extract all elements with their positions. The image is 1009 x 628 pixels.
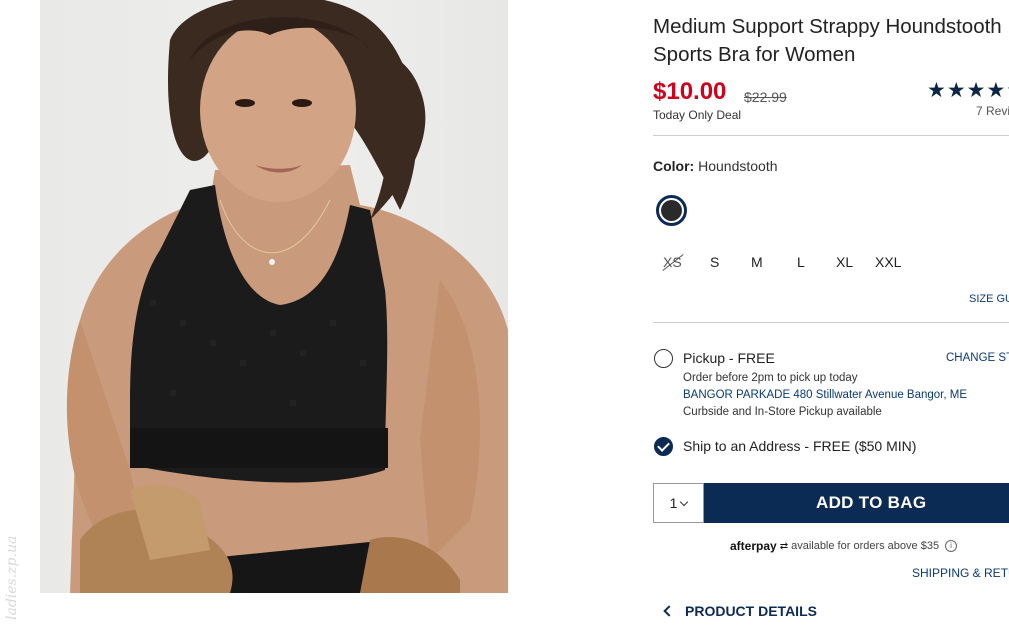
- product-details-label: PRODUCT DETAILS: [685, 603, 817, 619]
- quantity-select[interactable]: 1: [653, 483, 704, 523]
- size-guide-link[interactable]: SIZE GUIDE: [969, 293, 1009, 305]
- chevron-down-icon: [680, 497, 689, 506]
- afterpay-logo: afterpay: [730, 539, 777, 553]
- product-title: Medium Support Strappy Houndstooth Sport…: [653, 15, 1002, 66]
- sale-price: $10.00: [653, 78, 727, 105]
- size-option-xxl[interactable]: XXL: [875, 254, 901, 270]
- reviews-link[interactable]: 7 Reviews: [976, 104, 1009, 118]
- rating-stars-icon[interactable]: ★★★★★: [927, 78, 1009, 103]
- shipping-returns-link[interactable]: SHIPPING & RETURNS: [912, 566, 1009, 580]
- color-value: Houndstooth: [698, 158, 778, 174]
- divider: [653, 322, 1009, 323]
- product-details-toggle[interactable]: PRODUCT DETAILS: [663, 603, 817, 619]
- chevron-left-icon: [663, 605, 675, 617]
- change-store-link[interactable]: CHANGE STORE: [946, 352, 1009, 364]
- pickup-label[interactable]: Pickup - FREE: [683, 350, 775, 366]
- pickup-radio[interactable]: [654, 349, 673, 368]
- divider: [653, 135, 1009, 136]
- quantity-value: 1: [669, 495, 678, 511]
- ship-label[interactable]: Ship to an Address - FREE ($50 MIN): [683, 438, 916, 454]
- pickup-note: Order before 2pm to pick up today: [683, 372, 858, 384]
- afterpay-message: afterpay ⇄ available for orders above $3…: [730, 539, 958, 553]
- afterpay-text: available for orders above $35: [791, 540, 940, 552]
- size-option-xs[interactable]: XS: [663, 254, 682, 270]
- color-label-prefix: Color:: [653, 158, 695, 174]
- color-label: Color: Houndstooth: [653, 158, 778, 174]
- info-icon[interactable]: i: [945, 540, 958, 552]
- add-to-bag-button[interactable]: ADD TO BAG: [704, 483, 1009, 523]
- watermark-text: ladies.zp.ua: [4, 535, 20, 620]
- color-swatch-houndstooth[interactable]: [656, 195, 687, 226]
- size-option-l[interactable]: L: [797, 254, 805, 270]
- product-image[interactable]: [40, 0, 508, 593]
- ship-radio[interactable]: [654, 437, 673, 456]
- deal-label: Today Only Deal: [653, 108, 742, 122]
- product-info-panel: Medium Support Strappy Houndstooth Sport…: [653, 0, 1009, 628]
- original-price: $22.99: [744, 89, 787, 105]
- size-option-s[interactable]: S: [710, 254, 719, 270]
- store-address-link[interactable]: BANGOR PARKADE 480 Stillwater Avenue Ban…: [683, 389, 967, 401]
- afterpay-arrows-icon: ⇄: [779, 540, 789, 552]
- curbside-note: Curbside and In-Store Pickup available: [683, 406, 882, 418]
- size-option-xl[interactable]: XL: [836, 254, 853, 270]
- model-photo-illustration: [66, 0, 508, 593]
- size-option-m[interactable]: M: [751, 254, 763, 270]
